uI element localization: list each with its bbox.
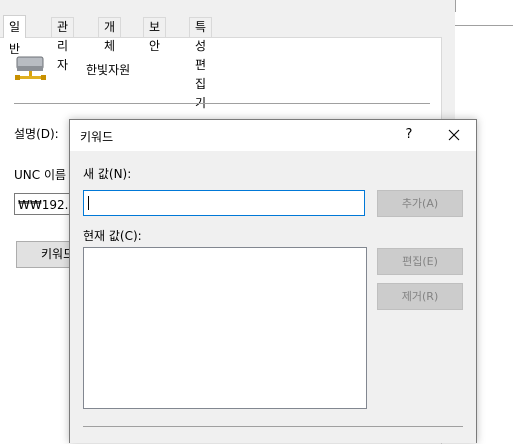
keywords-button[interactable]: 키워드 xyxy=(16,241,76,268)
new-value-input[interactable] xyxy=(83,190,365,216)
tab-managed-by[interactable]: 관리자 xyxy=(51,17,75,72)
edit-button[interactable]: 편집(E) xyxy=(377,248,463,275)
close-icon xyxy=(448,129,460,141)
dialog-title-bar: 키워드 ? xyxy=(70,120,476,151)
unc-name-label: UNC 이름 xyxy=(14,168,67,182)
window-edge xyxy=(455,25,513,26)
keywords-dialog: 키워드 ? 새 값(N): 추가(A) 현재 값(C): 편집(E) 제거(R) xyxy=(69,119,477,443)
current-values-list[interactable] xyxy=(83,247,367,409)
shared-folder-icon xyxy=(15,56,46,80)
dialog-title: 키워드 xyxy=(80,130,114,144)
tab-general[interactable]: 일반 xyxy=(3,15,27,56)
share-name: 한빛자원 xyxy=(86,63,131,77)
unc-name-field[interactable]: ₩₩192.16 xyxy=(14,193,72,215)
close-button[interactable] xyxy=(442,124,466,146)
add-button[interactable]: 추가(A) xyxy=(377,190,463,217)
help-button[interactable]: ? xyxy=(397,124,421,146)
current-value-label: 현재 값(C): xyxy=(83,229,142,243)
new-value-label: 새 값(N): xyxy=(83,167,132,181)
tab-security[interactable]: 보안 xyxy=(143,17,167,53)
dialog-separator xyxy=(83,426,463,427)
tab-object[interactable]: 개체 xyxy=(98,17,122,53)
description-label: 설명(D): xyxy=(14,127,59,141)
text-caret xyxy=(88,196,89,210)
remove-button[interactable]: 제거(R) xyxy=(377,283,463,310)
tab-attribute-editor[interactable]: 특성 편집기 xyxy=(189,17,213,110)
window-edge xyxy=(455,0,456,12)
separator xyxy=(14,103,430,104)
